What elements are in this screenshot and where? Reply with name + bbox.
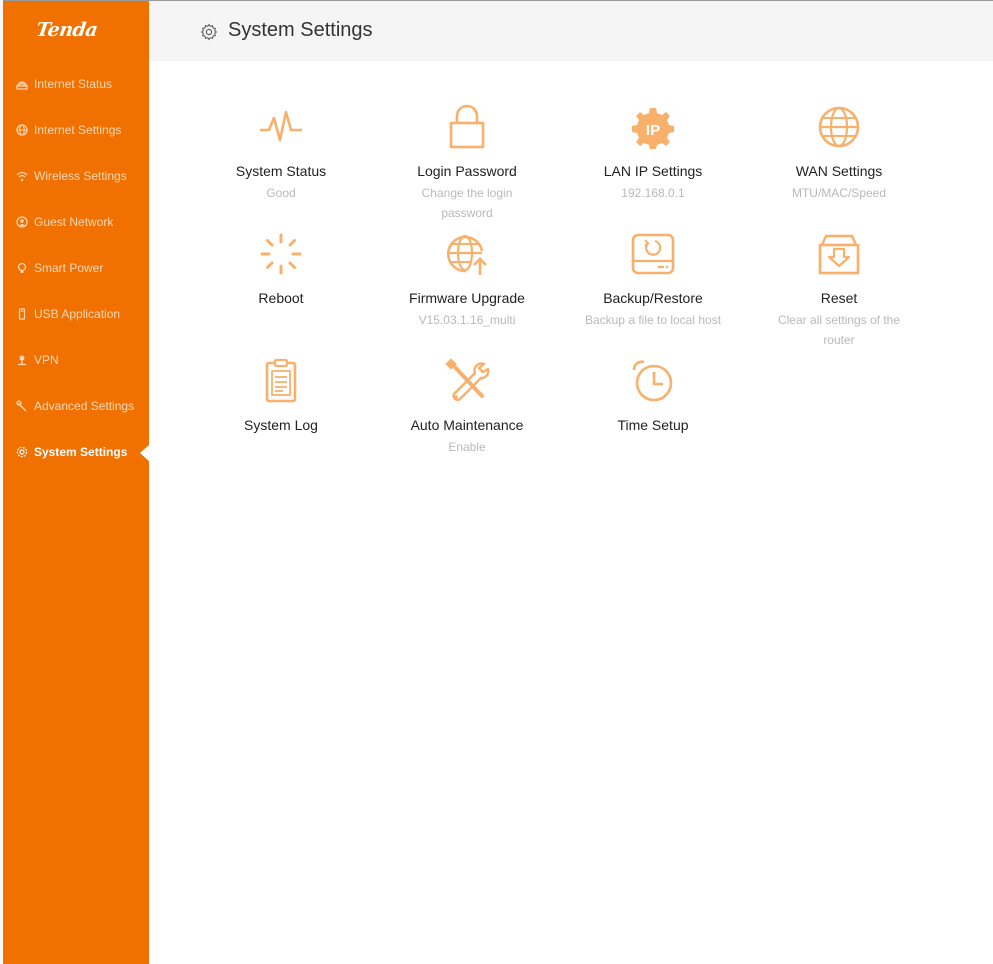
tile-wan-settings[interactable]: WAN Settings MTU/MAC/Speed	[746, 104, 932, 203]
tile-system-status[interactable]: System Status Good	[188, 104, 374, 203]
sidebar-item-internet-settings[interactable]: Internet Settings	[3, 110, 149, 150]
tile-system-log[interactable]: System Log	[188, 358, 374, 437]
sidebar-item-label: Guest Network	[34, 215, 114, 229]
gear-icon	[200, 23, 218, 41]
sidebar-item-label: System Settings	[34, 445, 128, 459]
tile-subtext: Change the login password	[421, 186, 513, 220]
tile-time-setup[interactable]: Time Setup	[560, 358, 746, 437]
gear-icon	[15, 446, 28, 459]
log-clipboard-icon	[258, 358, 304, 404]
globe-upload-icon	[444, 231, 490, 277]
globe-icon	[816, 104, 862, 150]
sidebar-item-label: USB Application	[34, 307, 121, 321]
tile-subtext: V15.03.1.16_multi	[418, 313, 516, 327]
tile-subtext: MTU/MAC/Speed	[791, 186, 887, 200]
sidebar-item-label: Advanced Settings	[34, 399, 135, 413]
logo[interactable]: Tenda	[34, 19, 118, 45]
sidebar-item-label: Wireless Settings	[34, 169, 127, 183]
ip-gear-icon: IP	[630, 104, 676, 150]
tile-reboot[interactable]: Reboot	[188, 231, 374, 310]
guest-icon	[15, 216, 28, 229]
sidebar-item-internet-status[interactable]: Internet Status	[3, 64, 149, 104]
sidebar-item-label: Smart Power	[34, 261, 104, 275]
tile-auto-maintenance[interactable]: Auto Maintenance Enable	[374, 358, 560, 457]
vpn-icon	[15, 354, 28, 367]
tile-subtext: Clear all settings of the router	[777, 313, 901, 347]
tile-label: Firmware Upgrade	[409, 290, 525, 306]
page-title: System Settings	[228, 19, 373, 41]
tile-label: LAN IP Settings	[603, 163, 703, 179]
bulb-icon	[15, 262, 28, 275]
pulse-icon	[258, 104, 304, 150]
wrench-icon	[15, 400, 28, 413]
sidebar-item-system-settings[interactable]: System Settings	[3, 432, 149, 472]
tile-subtext: 192.168.0.1	[621, 186, 685, 200]
usb-icon	[15, 308, 28, 321]
tile-label: Auto Maintenance	[410, 417, 524, 433]
sidebar-item-vpn[interactable]: VPN	[3, 340, 149, 380]
tile-label: Login Password	[417, 163, 517, 179]
active-indicator	[140, 444, 150, 462]
tile-lan-ip-settings[interactable]: IP LAN IP Settings 192.168.0.1	[560, 104, 746, 203]
sidebar-item-smart-power[interactable]: Smart Power	[3, 248, 149, 288]
globe-router-icon	[15, 78, 28, 91]
tile-label: System Log	[244, 417, 318, 433]
sidebar: Tenda Internet Status Internet Settings …	[3, 1, 150, 964]
tile-label: WAN Settings	[795, 163, 883, 179]
tile-firmware-upgrade[interactable]: Firmware Upgrade V15.03.1.16_multi	[374, 231, 560, 330]
tile-login-password[interactable]: Login Password Change the login password	[374, 104, 560, 223]
tile-subtext: Good	[266, 186, 296, 200]
sidebar-item-wireless-settings[interactable]: Wireless Settings	[3, 156, 149, 196]
tile-backup-restore[interactable]: Backup/Restore Backup a file to local ho…	[560, 231, 746, 330]
lock-icon	[444, 104, 490, 150]
tile-label: Reset	[820, 290, 858, 306]
tile-label: System Status	[235, 163, 327, 179]
wifi-icon	[15, 170, 28, 183]
tile-label: Time Setup	[617, 417, 689, 433]
sidebar-item-guest-network[interactable]: Guest Network	[3, 202, 149, 242]
sidebar-item-label: VPN	[34, 353, 59, 367]
tile-subtext: Backup a file to local host	[584, 313, 722, 327]
sidebar-item-label: Internet Settings	[34, 123, 122, 137]
disk-restore-icon	[630, 231, 676, 277]
tile-label: Backup/Restore	[603, 290, 703, 306]
tools-icon	[444, 358, 490, 404]
box-reset-icon	[816, 231, 862, 277]
sidebar-item-advanced-settings[interactable]: Advanced Settings	[3, 386, 149, 426]
tile-label: Reboot	[258, 290, 304, 306]
svg-text:IP: IP	[646, 122, 660, 139]
tile-reset[interactable]: Reset Clear all settings of the router	[746, 231, 932, 350]
sidebar-item-label: Internet Status	[34, 77, 113, 91]
tile-subtext: Enable	[448, 440, 486, 454]
sidebar-item-usb-application[interactable]: USB Application	[3, 294, 149, 334]
alarm-clock-icon	[630, 358, 676, 404]
spinner-icon	[258, 231, 304, 277]
page-header: System Settings	[149, 1, 993, 61]
globe-icon	[15, 124, 28, 137]
